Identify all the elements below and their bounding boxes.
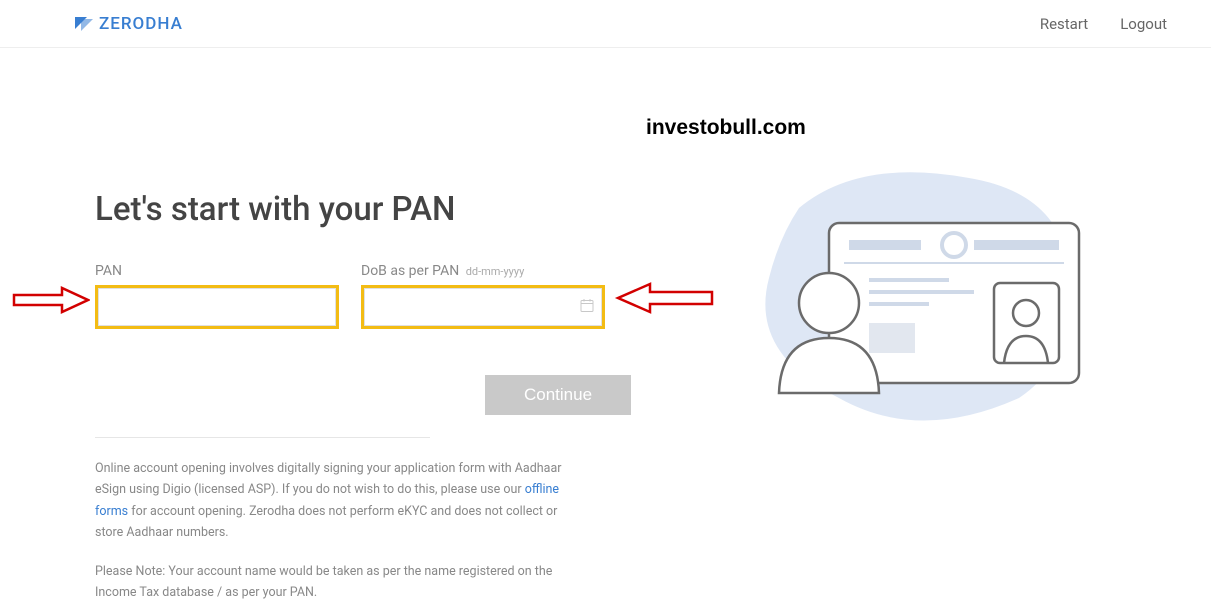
info-para-1: Online account opening involves digitall… <box>95 458 565 543</box>
info-para-2: Please Note: Your account name would be … <box>95 561 565 604</box>
dob-label-text: DoB as per PAN <box>361 263 459 279</box>
header-bar: ZERODHA Restart Logout <box>0 0 1211 48</box>
dob-input-highlight <box>361 285 605 329</box>
pan-field-group: PAN <box>95 263 339 329</box>
dob-label: DoB as per PAN dd-mm-yyyy <box>361 263 605 279</box>
header-nav: Restart Logout <box>1040 15 1199 33</box>
restart-link[interactable]: Restart <box>1040 15 1088 33</box>
pan-label: PAN <box>95 263 339 279</box>
pan-input-highlight <box>95 285 339 329</box>
brand-text: ZERODHA <box>99 14 183 34</box>
dob-field-group: DoB as per PAN dd-mm-yyyy <box>361 263 605 329</box>
zerodha-logo-icon <box>75 17 93 31</box>
info-text-b: for account opening. Zerodha does not pe… <box>95 504 557 540</box>
id-card-illustration <box>739 168 1119 428</box>
dob-label-hint: dd-mm-yyyy <box>466 265 525 278</box>
info-text-a: Online account opening involves digitall… <box>95 461 562 497</box>
calendar-icon[interactable] <box>580 298 594 317</box>
info-text: Online account opening involves digitall… <box>95 458 565 604</box>
logo[interactable]: ZERODHA <box>75 14 183 34</box>
pan-input[interactable] <box>98 288 336 326</box>
divider <box>95 437 430 438</box>
dob-input[interactable] <box>364 288 602 326</box>
continue-button[interactable]: Continue <box>485 375 631 415</box>
logout-link[interactable]: Logout <box>1120 15 1167 33</box>
